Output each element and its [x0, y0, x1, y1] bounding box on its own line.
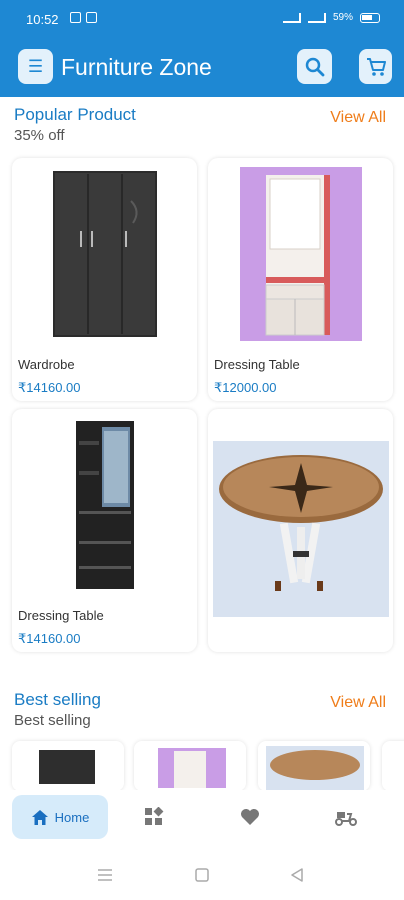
nav-home-label: Home	[54, 809, 90, 825]
product-price: ₹14160.00	[18, 631, 81, 646]
home-icon	[31, 809, 48, 825]
menu-button[interactable]: ☰	[18, 49, 53, 84]
notification-icon	[86, 12, 97, 23]
best-selling-card[interactable]	[258, 741, 370, 791]
popular-subtitle: 35% off	[14, 127, 65, 144]
best-selling-card[interactable]	[382, 741, 404, 791]
product-card[interactable]: Dressing Table ₹12000.00	[208, 158, 393, 401]
popular-view-all-link[interactable]: View All	[330, 109, 386, 127]
battery-text: 59%	[332, 12, 353, 23]
bottom-navigation: Home	[0, 790, 404, 848]
app-bar: ☰ Furniture Zone	[0, 40, 404, 97]
best-selling-section-header: Best selling Best selling View All	[14, 690, 390, 729]
best-selling-card[interactable]	[12, 741, 124, 791]
search-icon	[305, 57, 324, 76]
product-image-dressing-table	[208, 158, 393, 350]
product-image-wardrobe	[12, 158, 197, 350]
cart-button[interactable]	[359, 49, 392, 84]
product-price: ₹14160.00	[18, 380, 81, 395]
top-bar: 10:52 59% ☰ Furniture Zone	[0, 0, 404, 97]
product-image-wardrobe	[39, 750, 95, 784]
best-selling-subtitle: Best selling	[14, 712, 91, 729]
product-image-dressing-table	[12, 409, 197, 601]
search-button[interactable]	[297, 49, 332, 84]
product-name: Dressing Table	[214, 357, 300, 372]
notification-icon	[70, 12, 81, 23]
cart-icon	[366, 57, 386, 76]
heart-icon	[241, 809, 259, 825]
product-card[interactable]: Wardrobe ₹14160.00	[12, 158, 197, 401]
recent-apps-icon[interactable]	[97, 868, 113, 882]
battery-icon	[360, 12, 380, 23]
nav-delivery[interactable]	[326, 795, 366, 839]
best-selling-card[interactable]	[134, 741, 246, 791]
wifi-icon	[282, 12, 301, 23]
menu-icon: ☰	[27, 56, 44, 76]
product-card[interactable]	[208, 409, 393, 652]
product-card[interactable]: Dressing Table ₹14160.00	[12, 409, 197, 652]
product-name: Dressing Table	[18, 608, 104, 623]
app-title: Furniture Zone	[61, 54, 212, 80]
status-right: 59%	[282, 12, 380, 23]
home-square-icon[interactable]	[195, 868, 209, 882]
product-image-dressing-table	[158, 748, 226, 788]
categories-icon	[145, 807, 164, 825]
product-image-round-table	[266, 746, 364, 791]
product-name: Wardrobe	[18, 357, 75, 372]
best-selling-view-all-link[interactable]: View All	[330, 694, 386, 712]
popular-section-header: Popular Product 35% off View All	[14, 105, 390, 144]
notification-icons	[70, 12, 97, 23]
system-navigation-bar	[0, 848, 404, 900]
product-price: ₹12000.00	[214, 380, 277, 395]
product-image-round-table	[208, 441, 393, 617]
status-bar: 10:52 59%	[0, 0, 404, 40]
nav-favorites[interactable]	[230, 795, 270, 839]
signal-icon	[307, 12, 326, 23]
nav-categories[interactable]	[134, 795, 174, 839]
scooter-icon	[335, 812, 357, 826]
nav-home[interactable]: Home	[12, 795, 108, 839]
back-icon[interactable]	[290, 868, 304, 882]
status-time: 10:52	[26, 12, 59, 27]
